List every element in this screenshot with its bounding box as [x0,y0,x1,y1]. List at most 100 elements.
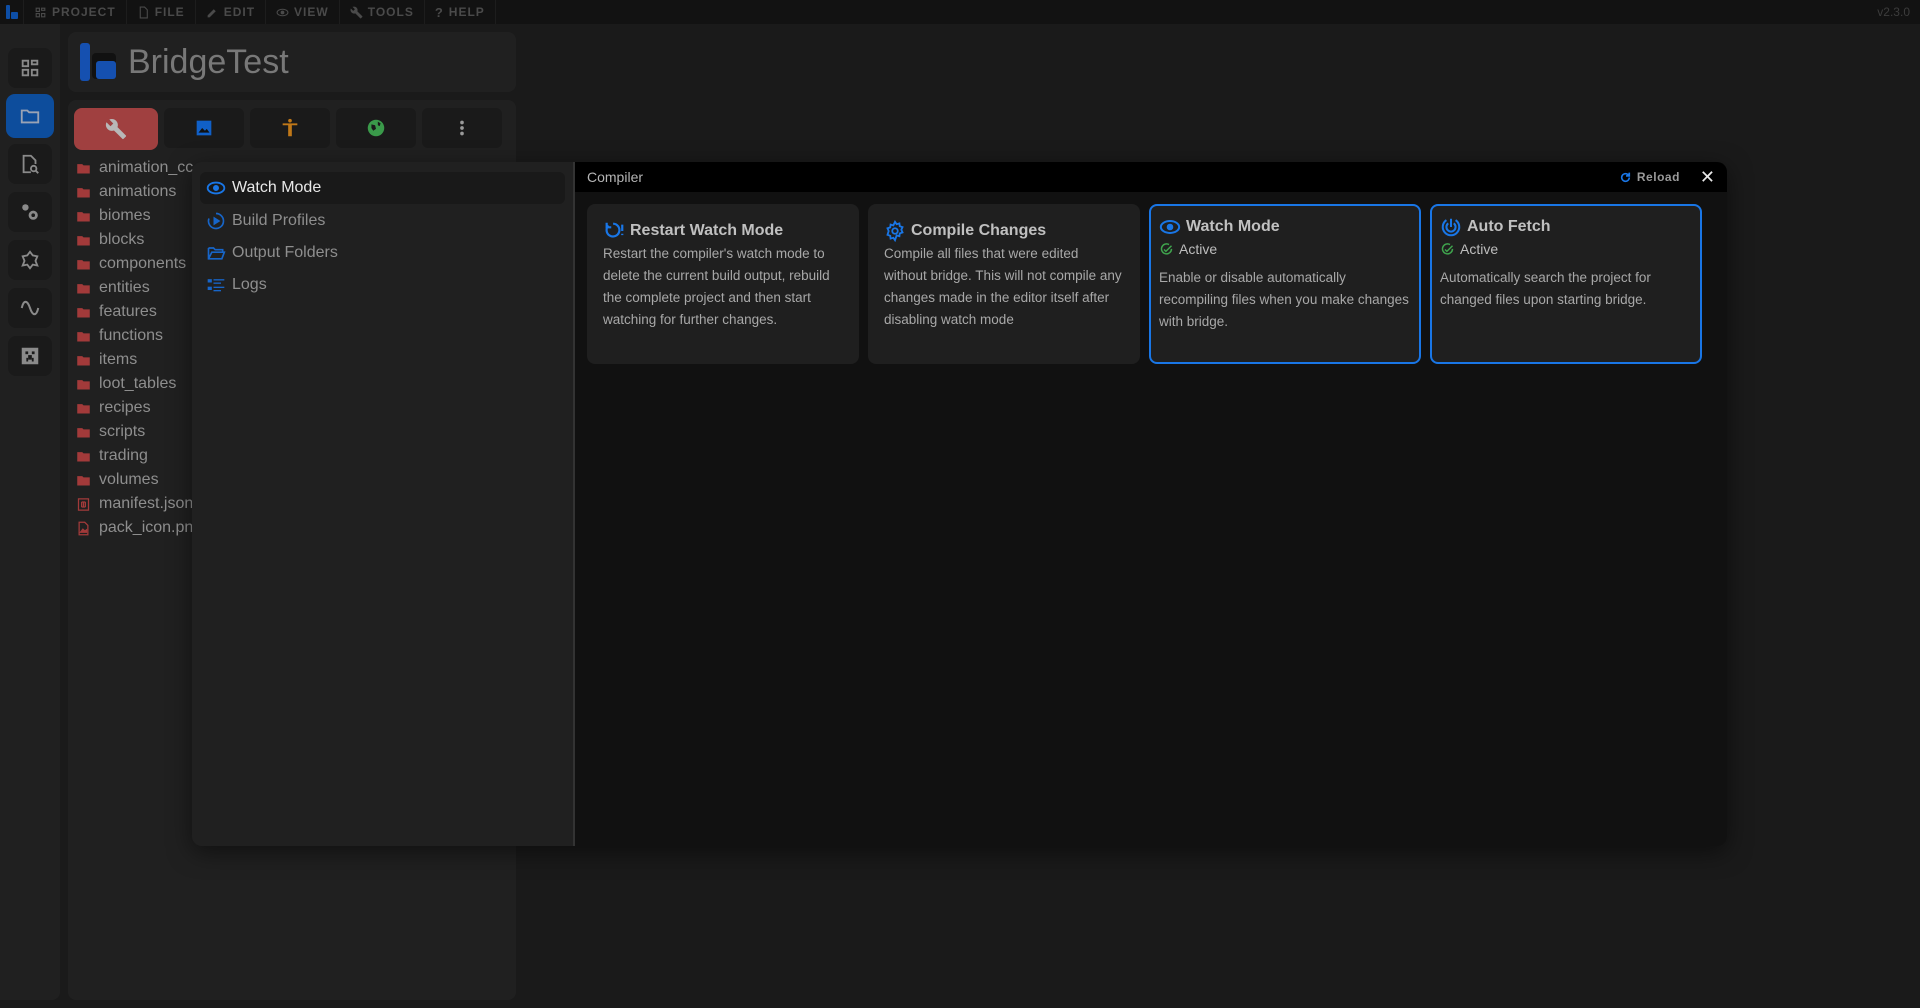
app-logo[interactable] [0,0,24,24]
file-label: animation_cc [99,159,194,176]
sidebar-item-file-explorer[interactable] [6,94,54,138]
folder-item[interactable]: scripts [76,420,202,444]
pack-resource-button[interactable] [164,108,244,148]
wave-icon [20,300,40,316]
folder-item[interactable]: loot_tables [76,372,202,396]
card-compile-changes[interactable]: Compile Changes Compile all files that w… [868,204,1140,364]
folder-icon [77,379,90,389]
pack-more-button[interactable] [422,108,502,148]
dashboard-icon [21,59,39,77]
folder-item[interactable]: animation_cc [76,156,202,180]
close-icon[interactable]: ✕ [1700,168,1715,186]
folder-item[interactable]: components [76,252,202,276]
file-label: blocks [99,231,145,248]
file-item[interactable]: manifest.json [76,492,202,516]
card-title: Compile Changes [911,222,1047,239]
nav-logs[interactable]: Logs [200,270,565,300]
file-item[interactable]: pack_icon.png [76,516,202,540]
file-label: items [99,351,138,368]
file-label: recipes [99,399,151,416]
menu-view[interactable]: VIEW [266,0,340,24]
menu-file[interactable]: FILE [127,0,196,24]
bridge-logo-icon [5,5,18,19]
menu-edit-label: EDIT [223,5,256,19]
folder-item[interactable]: animations [76,180,202,204]
menu-help[interactable]: ? HELP [425,0,496,24]
pack-world-button[interactable] [336,108,416,148]
sidebar-item-compiler[interactable] [8,192,52,232]
file-label: pack_icon.png [99,519,203,536]
nav-logs-label: Logs [232,276,267,293]
sidebar-item-extensions[interactable] [8,240,52,280]
menu-edit[interactable]: EDIT [196,0,267,24]
folder-item[interactable]: features [76,300,202,324]
nav-output-folders-label: Output Folders [232,244,338,261]
folder-item[interactable]: volumes [76,468,202,492]
menu-view-label: VIEW [294,5,329,19]
card-description: Enable or disable automatically recompil… [1159,270,1409,329]
folder-icon [77,427,90,437]
file-label: manifest.json [99,495,194,512]
menu-project[interactable]: PROJECT [24,0,127,24]
menu-project-label: PROJECT [52,5,116,19]
puzzle-icon [21,250,39,270]
folder-icon [77,259,90,269]
folder-item[interactable]: blocks [76,228,202,252]
wrench-icon [105,119,127,140]
card-auto-fetch[interactable]: Auto Fetch Active Automatically search t… [1430,204,1702,364]
json-file-icon [77,497,90,511]
sidebar-item-find-in-files[interactable] [8,144,52,184]
pack-selector [74,108,502,150]
gear-icon [886,220,904,242]
compiler-main: Compiler Reload ✕ Restart Watch Mode Res… [575,162,1727,846]
nav-watch-mode[interactable]: Watch Mode [200,172,565,204]
bridge-logo-icon [80,43,116,81]
nav-output-folders[interactable]: Output Folders [200,238,565,268]
card-watch-mode[interactable]: Watch Mode Active Enable or disable auto… [1149,204,1421,364]
file-label: loot_tables [99,375,177,392]
menu-tools[interactable]: TOOLS [340,0,425,24]
list-icon [207,279,225,292]
status-text: Active [1460,241,1499,257]
folder-item[interactable]: biomes [76,204,202,228]
card-description: Compile all files that were edited witho… [884,246,1122,327]
dashboard-icon [35,7,46,17]
menubar: PROJECT FILE EDIT VIEW TOOLS ? HELP v2.3… [0,0,1920,24]
folder-icon [77,283,90,293]
card-restart-watch-mode[interactable]: Restart Watch Mode Restart the compiler'… [587,204,859,364]
sidebar-item-functions[interactable] [8,288,52,328]
image-file-icon [78,521,89,535]
folder-icon [77,451,90,461]
file-label: volumes [99,471,159,488]
eye-icon [276,8,289,16]
pack-skin-button[interactable] [250,108,330,148]
nav-build-profiles-label: Build Profiles [232,212,326,229]
nav-build-profiles[interactable]: Build Profiles [200,206,565,236]
pack-behavior-button[interactable] [74,108,158,150]
folder-item[interactable]: entities [76,276,202,300]
file-tree: animation_cc animations biomes blocks compon… [76,156,202,540]
folder-icon [77,187,90,197]
file-label: trading [99,447,148,464]
folder-icon [77,211,90,221]
card-title: Auto Fetch [1467,218,1551,235]
file-search-icon [22,154,39,174]
sidebar-item-minecraft[interactable] [8,336,52,376]
file-label: functions [99,327,164,344]
radar-icon [1441,218,1461,237]
status-badge: Active [1159,241,1411,257]
more-vertical-icon [460,120,464,136]
folder-item[interactable]: trading [76,444,202,468]
folder-item[interactable]: recipes [76,396,202,420]
compiler-nav: Watch Mode Build Profiles Output Folders… [192,162,575,846]
folder-item[interactable]: items [76,348,202,372]
folder-item[interactable]: functions [76,324,202,348]
card-title: Restart Watch Mode [630,222,784,239]
eye-icon [1159,220,1181,234]
project-title: BridgeTest [128,42,289,81]
sidebar-item-dashboard[interactable] [8,48,52,88]
reload-button[interactable]: Reload [1619,170,1680,184]
pencil-icon [207,8,216,17]
check-circle-icon [1441,242,1454,255]
menu-help-label: HELP [448,5,485,19]
